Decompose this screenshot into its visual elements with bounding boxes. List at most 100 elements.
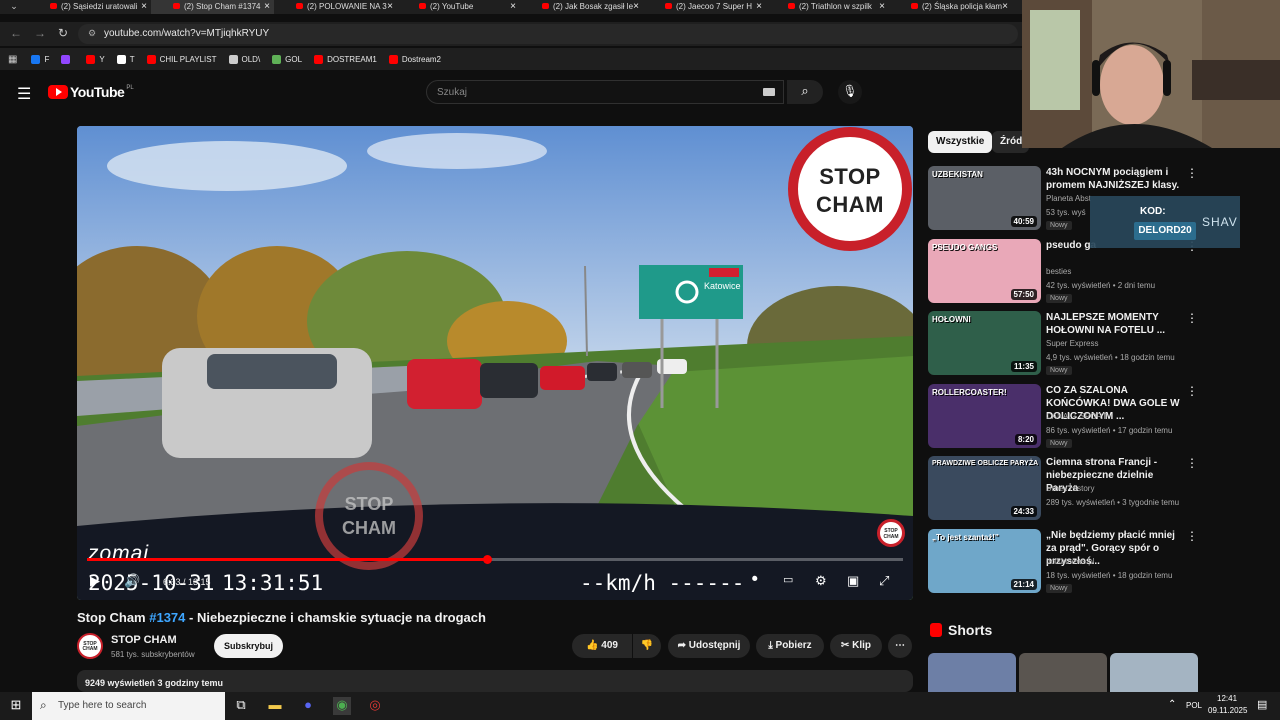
fullscreen-icon[interactable]: ⤢ bbox=[879, 573, 889, 589]
channel-name[interactable]: besties bbox=[1046, 267, 1071, 276]
channel-name[interactable]: Planeta Abst bbox=[1046, 194, 1091, 203]
menu-hamburger-icon[interactable]: ☰ bbox=[17, 84, 31, 104]
channel-name[interactable]: STOP CHAM bbox=[111, 634, 177, 646]
short-thumbnail[interactable] bbox=[1110, 653, 1198, 693]
file-explorer-icon[interactable]: ▬ bbox=[266, 697, 284, 715]
bookmark-item[interactable]: DOSTREAM1 bbox=[314, 54, 377, 64]
video-progress-bar[interactable] bbox=[87, 555, 903, 564]
more-vertical-icon[interactable]: ⋮ bbox=[1186, 166, 1198, 180]
autoplay-toggle-icon[interactable]: ⏺ bbox=[752, 573, 758, 586]
recommended-video[interactable]: ROLLERCOASTER! 8:20 CO ZA SZALONA KOŃCÓWKA… bbox=[928, 383, 1198, 448]
forward-arrow-icon[interactable]: → bbox=[34, 26, 46, 40]
browser-tab[interactable]: (2) Jaecoo 7 Super H × bbox=[643, 0, 766, 14]
bookmark-item[interactable]: T bbox=[116, 54, 135, 64]
recommended-video[interactable]: „To jest szantaż!" 21:14 „Nie będziemy pła… bbox=[928, 528, 1198, 593]
browser-tab[interactable]: (2) Sąsiedzi uratowali × bbox=[28, 0, 151, 14]
site-info-icon[interactable]: ⚙ bbox=[88, 28, 96, 39]
more-vertical-icon[interactable]: ⋮ bbox=[1186, 384, 1198, 398]
search-button[interactable]: ⌕ bbox=[787, 80, 823, 104]
bookmark-item[interactable] bbox=[61, 54, 74, 64]
youtube-logo[interactable]: YouTube PL bbox=[48, 84, 134, 100]
browser-tab[interactable]: (2) YouTube × bbox=[397, 0, 520, 14]
bookmark-item[interactable]: CHIL PLAYLIST bbox=[146, 54, 217, 64]
title-hashtag-link[interactable]: #1374 bbox=[149, 610, 185, 625]
subscribe-button[interactable]: Subskrybuj bbox=[214, 634, 283, 658]
clock-time[interactable]: 12:41 bbox=[1217, 694, 1237, 703]
tray-chevron-icon[interactable]: ⌃ bbox=[1168, 699, 1176, 710]
more-vertical-icon[interactable]: ⋮ bbox=[1186, 529, 1198, 543]
reload-icon[interactable]: ↻ bbox=[58, 26, 68, 40]
bookmark-item[interactable]: Y bbox=[86, 54, 105, 64]
subtitles-icon[interactable]: ▭ bbox=[783, 573, 793, 586]
discord-icon[interactable]: ● bbox=[299, 697, 317, 715]
close-tab-icon[interactable]: × bbox=[387, 1, 393, 12]
settings-gear-icon[interactable]: ⚙ bbox=[815, 573, 827, 589]
close-tab-icon[interactable]: × bbox=[510, 1, 516, 12]
download-button[interactable]: ⤓ Pobierz bbox=[756, 634, 824, 658]
clock-date[interactable]: 09.11.2025 bbox=[1208, 706, 1247, 715]
bookmark-item[interactable]: GOL bbox=[272, 54, 302, 64]
taskbar-search-input[interactable]: ⌕ Type here to search bbox=[32, 692, 225, 720]
recommended-video[interactable]: PRAWDZIWE OBLICZE PARYŻA 24:33 Ciemna stro… bbox=[928, 456, 1198, 520]
video-thumbnail[interactable]: PSEUDO GANGS 57:50 bbox=[928, 238, 1041, 303]
video-thumbnail[interactable]: „To jest szantaż!" 21:14 bbox=[928, 528, 1041, 593]
browser-tab[interactable]: (2) Stop Cham #1374 × bbox=[151, 0, 274, 14]
apps-grid-icon[interactable]: ▦ bbox=[8, 54, 17, 65]
url-field[interactable]: ⚙ youtube.com/watch?v=MTjiqhkRYUY bbox=[78, 24, 1018, 44]
volume-icon[interactable]: 🔊 bbox=[124, 573, 140, 589]
more-vertical-icon[interactable]: ⋮ bbox=[1186, 456, 1198, 470]
language-indicator[interactable]: POL bbox=[1186, 701, 1202, 710]
bookmark-item[interactable]: F bbox=[31, 54, 49, 64]
video-thumbnail[interactable]: ROLLERCOASTER! 8:20 bbox=[928, 383, 1041, 448]
miniplayer-icon[interactable]: ▣ bbox=[847, 573, 859, 589]
chip-all[interactable]: Wszystkie bbox=[928, 131, 993, 153]
more-vertical-icon[interactable]: ⋮ bbox=[1186, 311, 1198, 325]
close-tab-icon[interactable]: × bbox=[879, 1, 885, 12]
video-thumbnail[interactable]: UZBEKISTAN 40:59 bbox=[928, 166, 1041, 230]
dislike-button[interactable]: 👎 bbox=[633, 634, 661, 658]
tab-search-chevron-icon[interactable]: ⌄ bbox=[0, 0, 28, 14]
channel-watermark-logo[interactable]: STOP CHAM bbox=[877, 519, 905, 547]
obs-icon[interactable]: ◎ bbox=[366, 697, 384, 715]
search-input[interactable]: Szukaj bbox=[426, 80, 784, 104]
windows-start-icon[interactable]: ⊞ bbox=[7, 697, 25, 715]
browser-tab[interactable]: (2) POLOWANIE NA 3 × bbox=[274, 0, 397, 14]
bookmark-item[interactable]: Dostream2 bbox=[388, 54, 441, 64]
close-tab-icon[interactable]: × bbox=[756, 1, 762, 12]
close-tab-icon[interactable]: × bbox=[633, 1, 639, 12]
play-icon[interactable]: ▶ bbox=[90, 573, 100, 589]
channel-name[interactable]: polsatnews.pl bbox=[1046, 557, 1094, 566]
video-thumbnail[interactable]: HOŁOWNI 11:35 bbox=[928, 311, 1041, 375]
notifications-icon[interactable]: ▤ bbox=[1257, 698, 1267, 711]
channel-name[interactable]: Urbex History bbox=[1046, 484, 1094, 493]
keyboard-icon[interactable] bbox=[763, 88, 775, 96]
video-thumbnail[interactable]: PRAWDZIWE OBLICZE PARYŻA 24:33 bbox=[928, 456, 1041, 520]
browser-tab[interactable]: (2) Jak Bosak zgasił le × bbox=[520, 0, 643, 14]
browser-tab[interactable]: (2) Śląska policja kłam × bbox=[889, 0, 1012, 14]
close-tab-icon[interactable]: × bbox=[141, 1, 147, 12]
recommended-video[interactable]: PSEUDO GANGS 57:50 pseudo ga besties 42 tys.… bbox=[928, 238, 1198, 303]
x-icon bbox=[116, 54, 126, 64]
browser-tab[interactable]: (2) Triathlon w szpilk × bbox=[766, 0, 889, 14]
video-title[interactable]: NAJLEPSZE MOMENTY HOŁOWNI NA FOTELU ... bbox=[1046, 311, 1184, 337]
short-thumbnail[interactable] bbox=[1019, 653, 1107, 693]
more-actions-icon[interactable]: ⋯ bbox=[888, 634, 912, 658]
clip-button[interactable]: ✂ Klip bbox=[830, 634, 882, 658]
like-button[interactable]: 👍 409 bbox=[572, 634, 632, 658]
chrome-icon[interactable]: ◉ bbox=[333, 697, 351, 715]
video-title[interactable]: 43h NOCNYM pociągiem i promem NAJNIŻSZEJ… bbox=[1046, 166, 1184, 192]
task-view-icon[interactable]: ⧉ bbox=[232, 697, 250, 715]
recommended-video[interactable]: HOŁOWNI 11:35 NAJLEPSZE MOMENTY HOŁOWNI NA… bbox=[928, 311, 1198, 375]
close-tab-icon[interactable]: × bbox=[1002, 1, 1008, 12]
share-button[interactable]: ➦ Udostępnij bbox=[668, 634, 750, 658]
channel-name[interactable]: Super Express bbox=[1046, 339, 1098, 348]
description-box[interactable]: 9249 wyświetleń 3 godziny temu bbox=[77, 670, 913, 692]
voice-search-mic-icon[interactable]: 🎙 bbox=[838, 80, 862, 104]
back-arrow-icon[interactable]: ← bbox=[10, 26, 22, 40]
bookmark-item[interactable]: OLD\ bbox=[228, 54, 260, 64]
progress-scrubber[interactable] bbox=[482, 555, 492, 564]
close-tab-icon[interactable]: × bbox=[264, 1, 270, 12]
channel-name[interactable]: CANAL+ SPORT bbox=[1046, 412, 1107, 421]
short-thumbnail[interactable] bbox=[928, 653, 1016, 693]
channel-avatar[interactable]: STOP CHAM bbox=[77, 633, 103, 659]
